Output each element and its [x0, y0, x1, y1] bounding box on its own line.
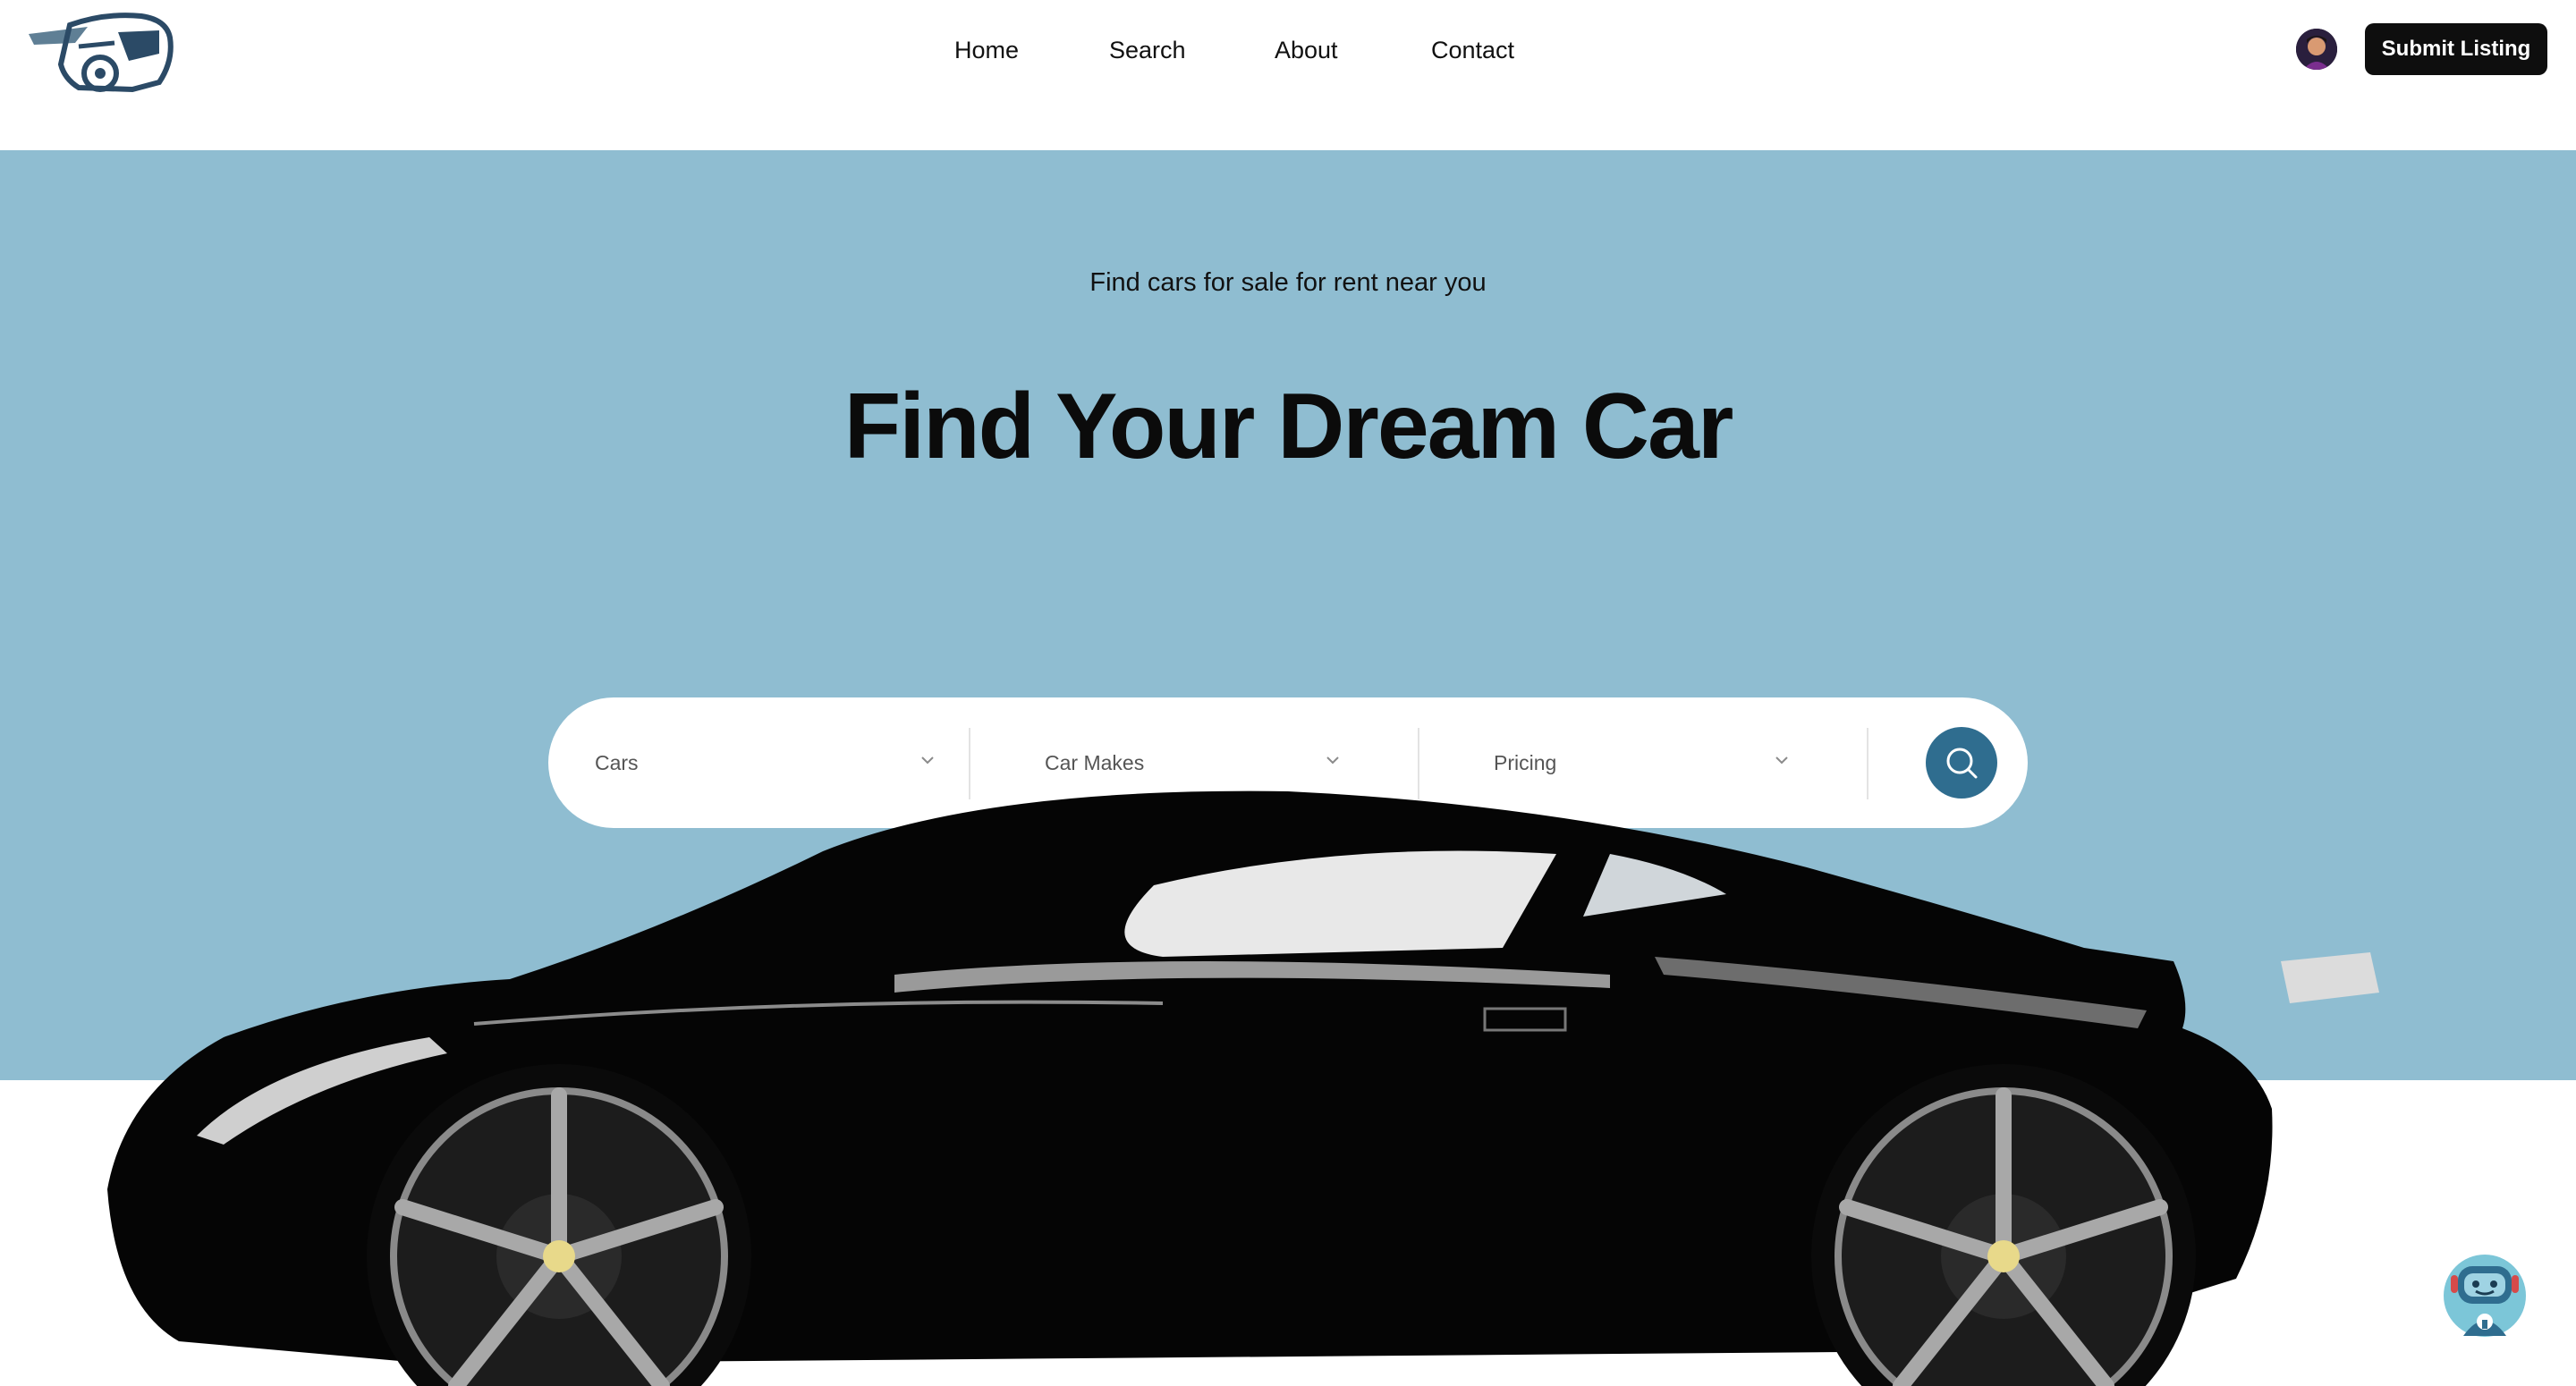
submit-listing-button[interactable]: Submit Listing	[2365, 23, 2547, 75]
avatar-portrait-icon	[2296, 29, 2337, 70]
robot-assistant-icon[interactable]	[2436, 1247, 2533, 1345]
chevron-down-icon	[921, 756, 934, 765]
user-avatar[interactable]	[2296, 29, 2337, 70]
nav-home-link[interactable]: Home	[954, 32, 1019, 68]
hero-tagline: Find cars for sale for rent near you	[1089, 268, 1487, 297]
hero-title: Find Your Dream Car	[843, 375, 1734, 478]
nav-about-link[interactable]: About	[1275, 32, 1338, 68]
site-header: Home Search About Contact Submit Listing	[0, 0, 2576, 150]
nav-contact-link[interactable]: Contact	[1431, 32, 1514, 68]
sports-car-image	[107, 790, 2379, 1386]
main-nav: Home Search About Contact	[0, 32, 2576, 68]
chevron-down-icon	[1775, 756, 1788, 765]
chevron-down-icon	[1326, 756, 1339, 765]
nav-search-link[interactable]: Search	[1109, 32, 1186, 68]
